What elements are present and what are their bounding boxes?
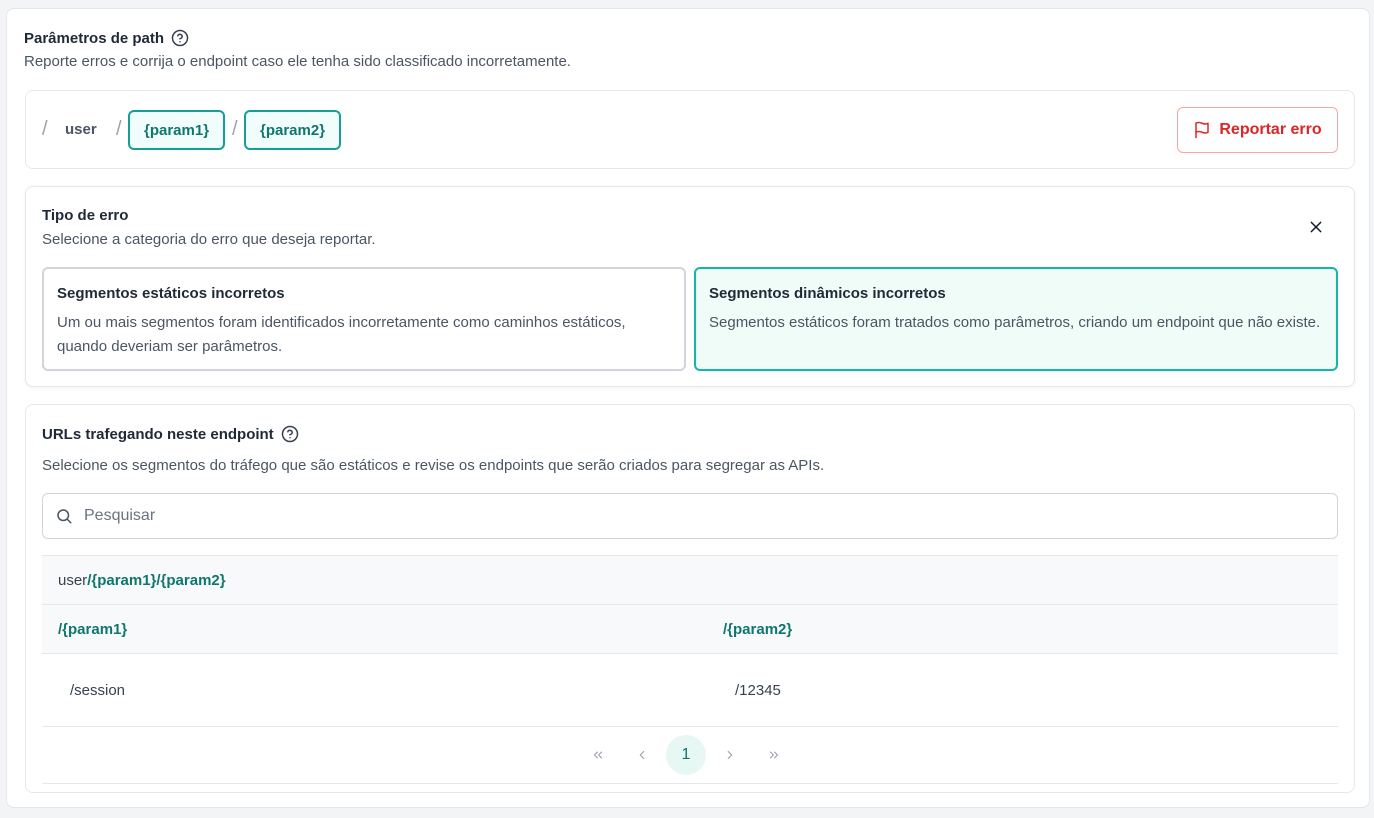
option-dynamic-segments[interactable]: Segmentos dinâmicos incorretos Segmentos… (694, 267, 1338, 371)
table-row[interactable]: /session /12345 (42, 654, 1338, 727)
help-circle-icon[interactable] (281, 425, 299, 443)
endpoint-params: /{param1}/{param2} (87, 571, 226, 589)
column-header: /{param1} (58, 620, 128, 638)
endpoint-row: user/{param1}/{param2} (42, 555, 1338, 605)
last-page-icon[interactable] (754, 735, 794, 775)
option-title: Segmentos dinâmicos incorretos (709, 285, 946, 302)
urls-description: Selecione os segmentos do tráfego que sã… (42, 457, 825, 474)
option-description: Um ou mais segmentos foram identificados… (57, 314, 626, 355)
page-description: Reporte erros e corrija o endpoint caso … (24, 53, 571, 70)
path-params-card: Parâmetros de path Reporte erros e corri… (6, 8, 1370, 808)
option-description: Segmentos estáticos foram tratados como … (709, 314, 1321, 331)
report-error-label: Reportar erro (1219, 121, 1322, 138)
error-type-title: Tipo de erro (42, 207, 129, 224)
close-icon[interactable] (1306, 217, 1326, 237)
search-input[interactable] (84, 507, 1284, 525)
option-static-segments[interactable]: Segmentos estáticos incorretos Um ou mai… (42, 267, 686, 371)
path-static-segment[interactable]: user (65, 121, 97, 138)
path-separator: / (232, 118, 238, 140)
first-page-icon[interactable] (578, 735, 618, 775)
option-title: Segmentos estáticos incorretos (57, 285, 285, 302)
path-separator: / (116, 118, 122, 140)
search-icon (55, 507, 73, 525)
path-params-header: Parâmetros de path (24, 29, 189, 47)
table-header-row: /{param1} /{param2} (42, 605, 1338, 654)
table-cell[interactable]: /session (42, 682, 707, 699)
urls-title: URLs trafegando neste endpoint (42, 425, 274, 443)
page-number-button[interactable]: 1 (666, 735, 706, 775)
urls-header: URLs trafegando neste endpoint (42, 425, 299, 443)
previous-page-icon[interactable] (622, 735, 662, 775)
error-type-description: Selecione a categoria do erro que deseja… (42, 231, 376, 248)
path-segments-box: / user / {param1} / {param2} Reportar er… (25, 90, 1355, 169)
flag-icon (1193, 121, 1211, 139)
report-error-button[interactable]: Reportar erro (1177, 107, 1338, 153)
urls-panel: URLs trafegando neste endpoint Selecione… (25, 404, 1355, 793)
table-cell[interactable]: /12345 (707, 682, 781, 699)
urls-table: user/{param1}/{param2} /{param1} /{param… (42, 555, 1338, 784)
search-box (42, 493, 1338, 539)
page-title: Parâmetros de path (24, 29, 165, 47)
endpoint-static: user (58, 571, 88, 589)
next-page-icon[interactable] (710, 735, 750, 775)
path-separator: / (42, 118, 48, 140)
pagination: 1 (42, 727, 1338, 784)
path-param-segment[interactable]: {param2} (244, 110, 342, 150)
column-header: /{param2} (723, 620, 793, 638)
path-param-segment[interactable]: {param1} (128, 110, 226, 150)
error-type-panel: Tipo de erro Selecione a categoria do er… (25, 186, 1355, 387)
help-circle-icon[interactable] (171, 29, 189, 47)
